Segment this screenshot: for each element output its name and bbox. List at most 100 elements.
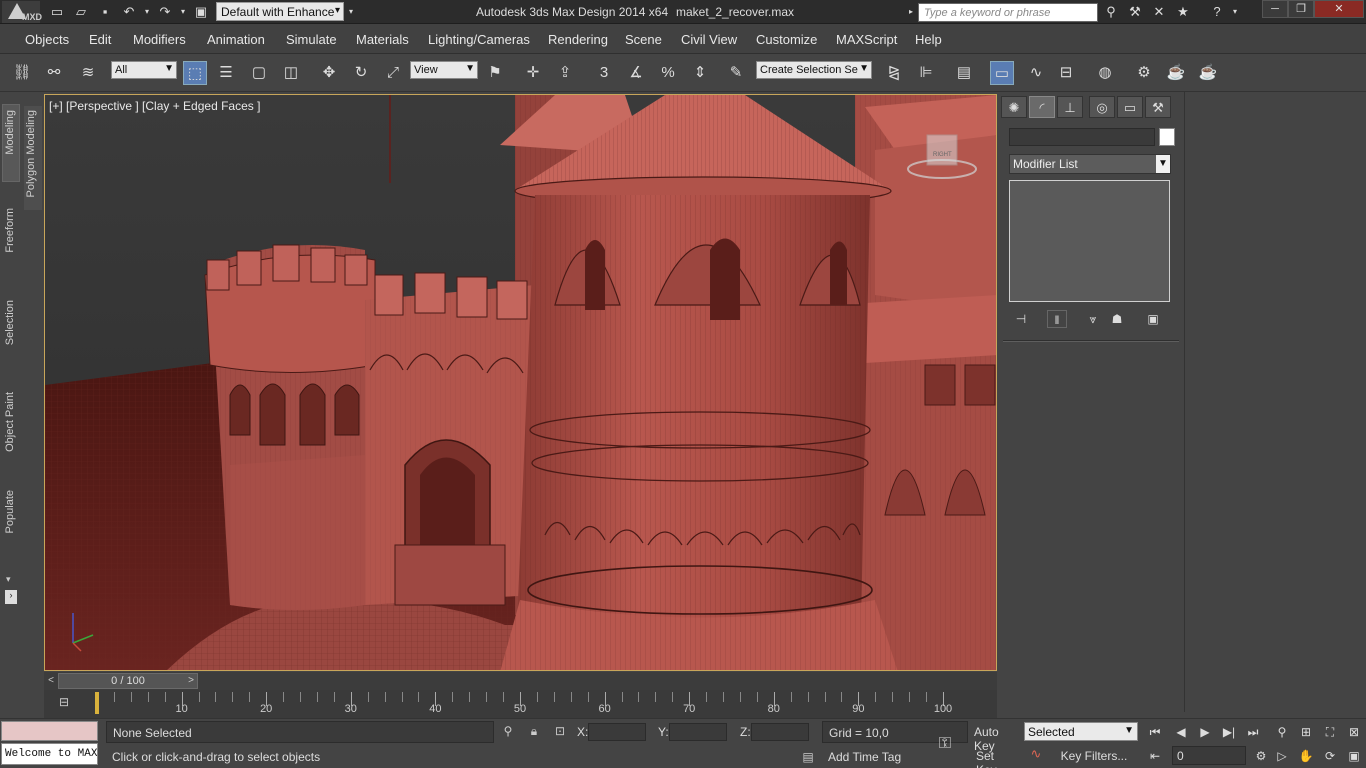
x-coord-field[interactable] (588, 723, 646, 741)
ribbon-expand-icon[interactable]: ▾ (6, 574, 11, 585)
reference-coordinate-dropdown[interactable]: View ▼ (410, 61, 478, 79)
ribbon-tab-selection[interactable]: Selection (4, 300, 20, 345)
pin-stack-icon[interactable]: ⊣ (1011, 310, 1031, 328)
utilities-tab-icon[interactable]: ⚒ (1145, 96, 1171, 118)
go-to-start-icon[interactable]: ⏮ (1144, 723, 1166, 741)
time-configuration-icon[interactable]: ⚙ (1250, 747, 1272, 765)
material-editor-icon[interactable]: ◍ (1093, 61, 1117, 85)
ribbon-tab-object-paint[interactable]: Object Paint (4, 392, 20, 452)
auto-key-button[interactable]: Auto Key (970, 722, 1020, 753)
next-frame-icon[interactable]: ▶| (1218, 723, 1240, 741)
zoom-icon[interactable]: ⚲ (1272, 722, 1292, 742)
ribbon-tab-modeling[interactable]: Modeling (4, 110, 20, 155)
align-icon[interactable]: ⊫ (914, 61, 938, 85)
zoom-extents-all-icon[interactable]: ⊠ (1344, 722, 1364, 742)
field-of-view-icon[interactable]: ▷ (1272, 746, 1292, 766)
schematic-view-icon[interactable]: ⊟ (1054, 61, 1078, 85)
percent-snap-icon[interactable]: % (656, 61, 680, 85)
angle-snap-icon[interactable]: ∡ (624, 61, 648, 85)
menu-simulate[interactable]: Simulate (286, 32, 337, 47)
app-logo[interactable]: MXD (2, 1, 42, 23)
mirror-icon[interactable]: ⧎ (882, 61, 906, 85)
communication-center-icon[interactable]: ✕ (1150, 3, 1168, 21)
rectangular-selection-icon[interactable]: ▢ (247, 61, 271, 85)
curve-editor-icon[interactable]: ∿ (1024, 61, 1048, 85)
menu-help[interactable]: Help (915, 32, 942, 47)
use-pivot-point-icon[interactable]: ⚑ (483, 61, 507, 85)
track-bar[interactable]: ⊟ 10 20 30 40 50 60 70 80 90 100 (44, 690, 997, 718)
time-slider[interactable]: < 0 / 100 > (44, 672, 997, 690)
go-to-end-icon[interactable]: ⏭ (1242, 723, 1264, 741)
viewcube-face[interactable] (926, 134, 958, 166)
menu-materials[interactable]: Materials (356, 32, 409, 47)
graphite-ribbon-icon[interactable]: ▭ (990, 61, 1014, 85)
layer-manager-icon[interactable]: ▤ (952, 61, 976, 85)
absolute-mode-transform-icon[interactable]: ⊡ (552, 723, 568, 739)
selection-filter-dropdown[interactable]: All ▼ (111, 61, 177, 79)
ribbon-minimize-icon[interactable]: › (5, 590, 17, 604)
menu-rendering[interactable]: Rendering (548, 32, 608, 47)
previous-frame-icon[interactable]: ◀ (1170, 723, 1192, 741)
zoom-extents-icon[interactable]: ⛶ (1320, 722, 1340, 742)
maxscript-listener-input[interactable]: Welcome to MAXScript (1, 743, 98, 765)
key-curve-icon[interactable]: ∿ (1026, 746, 1046, 766)
hierarchy-tab-icon[interactable]: ⊥ (1057, 96, 1083, 118)
orbit-icon[interactable]: ⟳ (1320, 746, 1340, 766)
play-icon[interactable]: ▶ (1194, 723, 1216, 741)
help-icon[interactable]: ? (1208, 3, 1226, 21)
set-key-button[interactable]: Set Key (970, 746, 1020, 768)
maxscript-listener-top[interactable] (1, 721, 98, 741)
bind-to-space-warp-icon[interactable]: ≋ (76, 61, 100, 85)
keyboard-shortcut-override-icon[interactable]: ⇪ (553, 61, 577, 85)
binoculars-icon[interactable]: ⚲ (1102, 3, 1120, 21)
menu-modifiers[interactable]: Modifiers (133, 32, 186, 47)
unlink-selection-icon[interactable]: ⚯ (42, 61, 66, 85)
render-setup-icon[interactable]: ⚙ (1132, 61, 1156, 85)
rendered-frame-window-icon[interactable]: ☕ (1164, 61, 1188, 85)
save-file-icon[interactable]: ▪ (96, 3, 114, 21)
help-dropdown-icon[interactable]: ▾ (1230, 3, 1240, 21)
modifier-list-dropdown[interactable]: Modifier List ▼ (1009, 154, 1171, 174)
isolate-selection-icon[interactable]: ⚲ (500, 723, 516, 739)
workspace-dropdown[interactable]: Default with Enhance (216, 2, 344, 21)
snaps-toggle-icon[interactable]: 3 (592, 61, 616, 85)
selection-lock-icon[interactable]: 🔒︎ (526, 723, 542, 739)
make-unique-icon[interactable]: ⩔ (1083, 310, 1103, 328)
search-expand-icon[interactable]: ▸ (906, 3, 916, 21)
project-folder-icon[interactable]: ▣ (192, 3, 210, 21)
subscription-icon[interactable]: ⚒ (1126, 3, 1144, 21)
named-selection-dropdown[interactable]: Create Selection Se ▼ (756, 61, 872, 79)
select-and-move-icon[interactable]: ✥ (317, 61, 341, 85)
select-and-scale-icon[interactable]: ⤢ (381, 61, 405, 85)
show-end-result-icon[interactable]: ‖ (1047, 310, 1067, 328)
current-frame-field[interactable]: 0 (1172, 746, 1246, 765)
open-file-icon[interactable]: ▱ (72, 3, 90, 21)
key-filters-button[interactable]: Key Filters... (1048, 746, 1140, 766)
menu-civil-view[interactable]: Civil View (681, 32, 737, 47)
window-crossing-icon[interactable]: ◫ (279, 61, 303, 85)
motion-tab-icon[interactable]: ◎ (1089, 96, 1115, 118)
render-production-icon[interactable]: ☕ (1196, 61, 1220, 85)
object-name-field[interactable] (1009, 128, 1155, 146)
minimize-button[interactable]: ─ (1262, 0, 1288, 18)
menu-animation[interactable]: Animation (207, 32, 265, 47)
menu-customize[interactable]: Customize (756, 32, 817, 47)
select-object-icon[interactable]: ⬚ (183, 61, 207, 85)
menu-maxscript[interactable]: MAXScript (836, 32, 897, 47)
set-key-icon[interactable]: ⚿ (930, 735, 960, 753)
viewport-label[interactable]: [+] [Perspective ] [Clay + Edged Faces ] (49, 99, 260, 113)
modifier-stack-view[interactable] (1009, 180, 1170, 302)
spinner-snap-icon[interactable]: ⇕ (688, 61, 712, 85)
ribbon-tab-populate[interactable]: Populate (4, 490, 20, 533)
remove-modifier-icon[interactable]: ☗ (1107, 310, 1127, 328)
modify-tab-icon[interactable]: ◜ (1029, 96, 1055, 118)
display-tab-icon[interactable]: ▭ (1117, 96, 1143, 118)
track-bar-playhead[interactable] (95, 692, 99, 714)
create-tab-icon[interactable]: ✺ (1001, 96, 1027, 118)
undo-icon[interactable]: ↶ (120, 3, 138, 21)
prev-frame-arrow-icon[interactable]: < (44, 673, 58, 689)
next-frame-arrow-icon[interactable]: > (184, 673, 198, 689)
time-slider-thumb[interactable]: 0 / 100 (58, 673, 198, 689)
select-and-rotate-icon[interactable]: ↻ (349, 61, 373, 85)
pan-view-icon[interactable]: ✋ (1296, 746, 1316, 766)
